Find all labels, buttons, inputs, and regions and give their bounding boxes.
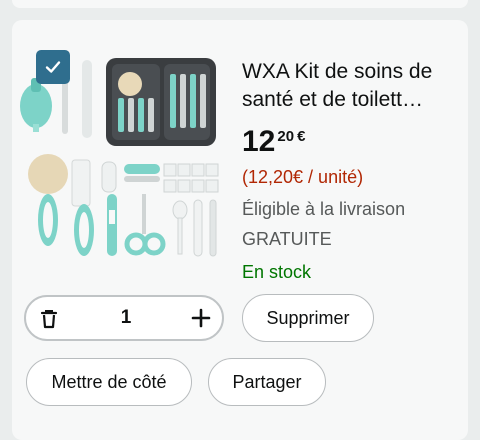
share-button[interactable]: Partager [208,358,326,406]
previous-item-card-edge [12,0,468,8]
emery-board-icon [209,199,217,257]
price-fraction: 20 [277,128,295,145]
dropper-icon [193,199,203,257]
delete-button[interactable]: Supprimer [242,294,374,342]
comb-icon [71,159,94,256]
shipping-line-2: GRATUITE [242,229,332,249]
save-for-later-button[interactable]: Mettre de côté [26,358,192,406]
product-title[interactable]: WXA Kit de soins de santé et de toilett… [242,58,458,114]
shipping-line-1: Éligible à la livraison [242,199,406,219]
price-whole: 12 [242,125,276,158]
scissors-icon [124,194,166,256]
item-select-checkbox[interactable] [36,50,70,84]
stock-status: En stock [242,262,312,282]
product-price: 12 20 € [242,124,305,160]
nail-file-icon [82,60,92,138]
nasal-aspirator-icon [20,78,52,132]
hair-brush-icon [28,154,68,246]
checkmark-icon [45,61,61,73]
thermometer-icon [107,194,117,256]
unit-price-value: (12,20€ / unité) [242,167,364,187]
shipping-eligibility: Éligible à la livraison GRATUITE [242,194,405,254]
accessory-packs-icon [163,163,219,193]
quantity-stepper: 1 [24,295,224,341]
zipper-case-icon [106,58,216,146]
price-currency: € [297,128,306,145]
medicine-spoon-icon [172,200,188,255]
unit-price: (12,20€ / unité) [242,167,363,188]
finger-toothbrush-icon [101,161,117,193]
trash-icon[interactable] [38,308,60,330]
nail-clipper-icon [124,164,160,182]
plus-icon[interactable] [190,307,212,329]
